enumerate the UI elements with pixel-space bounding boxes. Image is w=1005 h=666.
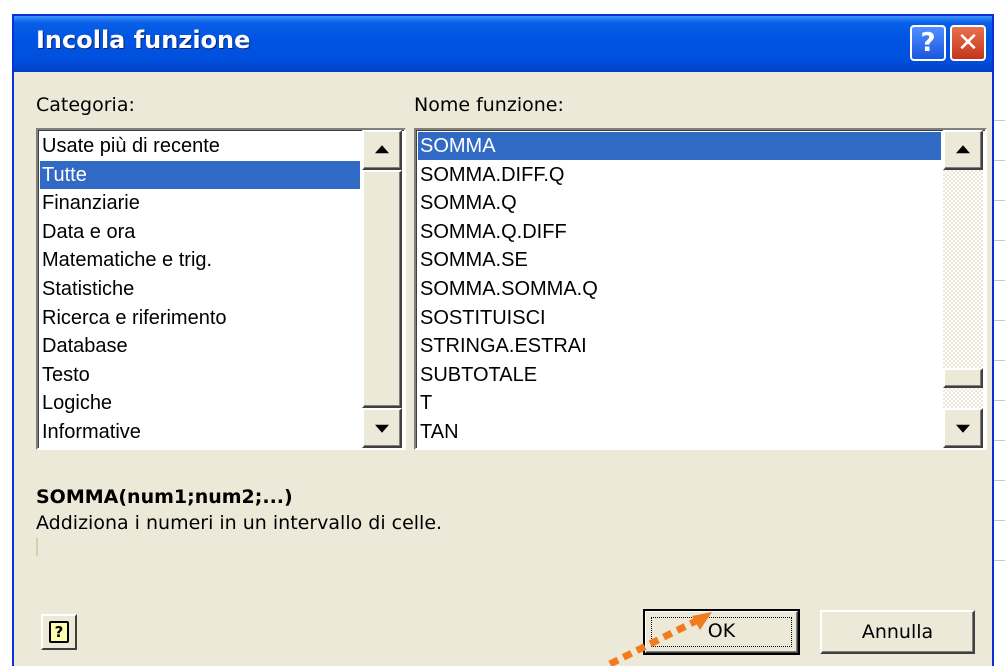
function-list-item[interactable]: SOMMA.SE xyxy=(418,246,941,274)
category-scroll-up-button[interactable] xyxy=(362,130,402,170)
arrow-up-icon xyxy=(956,145,970,154)
question-mark-icon: ? xyxy=(49,621,69,643)
title-bar[interactable]: Incolla funzione ? ✕ xyxy=(14,16,992,72)
paste-function-dialog: Incolla funzione ? ✕ Categoria: Nome fun… xyxy=(12,14,994,666)
function-list-item[interactable]: SOMMA xyxy=(418,132,941,160)
category-scroll-thumb[interactable] xyxy=(362,170,402,408)
office-assistant-help-button[interactable]: ? xyxy=(41,614,77,650)
function-list-item[interactable]: SOMMA.Q.DIFF xyxy=(418,218,941,246)
category-list-item[interactable]: Ricerca e riferimento xyxy=(40,304,360,332)
function-signature: SOMMA(num1;num2;...) xyxy=(36,486,293,508)
category-list-item[interactable]: Usate più di recente xyxy=(40,132,360,160)
category-label: Categoria: xyxy=(36,94,135,116)
dialog-title: Incolla funzione xyxy=(36,26,251,54)
help-question-icon[interactable]: ? xyxy=(910,25,946,61)
function-name-label-text: Nome funzione: xyxy=(414,94,564,116)
category-scrollbar[interactable] xyxy=(362,130,402,448)
function-scroll-thumb[interactable] xyxy=(943,368,983,388)
function-list-item[interactable]: SOMMA.DIFF.Q xyxy=(418,161,941,189)
cancel-button[interactable]: Annulla xyxy=(820,610,975,654)
category-listbox[interactable]: Usate più di recente Tutte Finanziarie Data… xyxy=(36,128,406,450)
function-listbox[interactable]: SOMMA SOMMA.DIFF.Q SOMMA.Q SOMMA.Q.DIFF SOMM… xyxy=(414,128,987,450)
close-icon[interactable]: ✕ xyxy=(950,25,986,61)
ok-button[interactable]: OK xyxy=(643,609,800,655)
category-list-item[interactable]: Statistiche xyxy=(40,275,360,303)
function-list-item[interactable]: T xyxy=(418,389,941,417)
arrow-down-icon xyxy=(956,424,970,433)
category-list-item[interactable]: Data e ora xyxy=(40,218,360,246)
background-sheet-edge xyxy=(0,0,1005,8)
function-description: Addiziona i numeri in un intervallo di c… xyxy=(36,512,443,534)
category-list-item[interactable]: Tutte xyxy=(40,160,360,189)
arrow-down-icon xyxy=(375,424,389,433)
function-list-item[interactable]: SOMMA.SOMMA.Q xyxy=(418,275,941,303)
category-list-item[interactable]: Finanziarie xyxy=(40,189,360,217)
function-list-item[interactable]: SOMMA.Q xyxy=(418,189,941,217)
function-list-item[interactable]: SOSTITUISCI xyxy=(418,304,941,332)
function-name-label: Nome funzione: xyxy=(414,94,564,116)
category-scroll-down-button[interactable] xyxy=(362,408,402,448)
category-list-item[interactable]: Database xyxy=(40,332,360,360)
category-list-item[interactable]: Informative xyxy=(40,418,360,446)
function-list-item[interactable]: SUBTOTALE xyxy=(418,361,941,389)
arrow-up-icon xyxy=(375,145,389,154)
category-list-item[interactable]: Matematiche e trig. xyxy=(40,246,360,274)
function-scrollbar[interactable] xyxy=(943,130,983,448)
focus-rectangle xyxy=(651,617,792,647)
function-scroll-up-button[interactable] xyxy=(943,130,983,170)
text-caret xyxy=(36,538,38,556)
function-list-item[interactable]: STRINGA.ESTRAI xyxy=(418,332,941,360)
function-scroll-down-button[interactable] xyxy=(943,408,983,448)
category-label-text: Categoria: xyxy=(36,94,135,116)
function-list-item[interactable]: TAN xyxy=(418,418,941,446)
category-list-item[interactable]: Testo xyxy=(40,361,360,389)
cancel-button-label: Annulla xyxy=(861,621,934,643)
category-list-item[interactable]: Logiche xyxy=(40,389,360,417)
